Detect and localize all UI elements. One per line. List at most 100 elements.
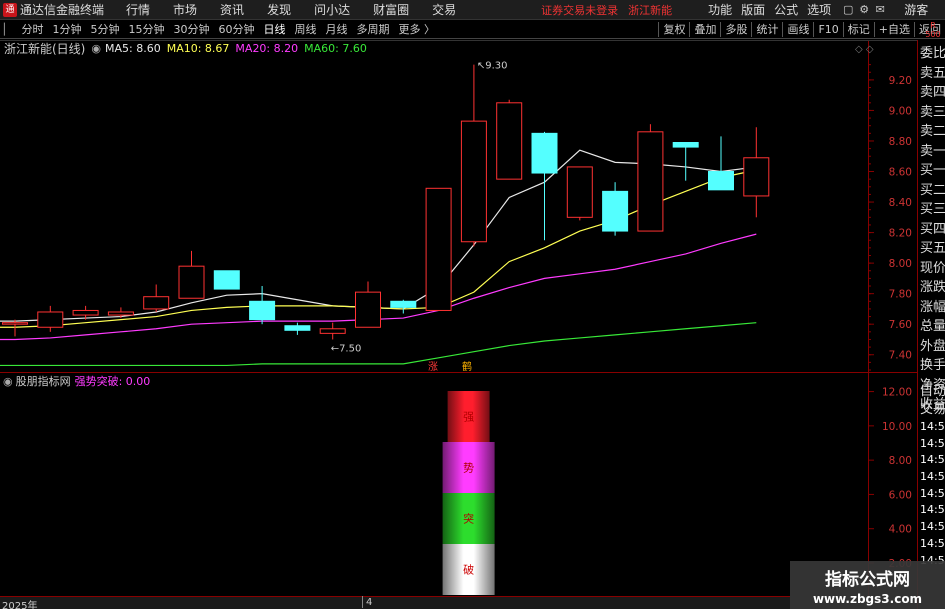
price-tick-label-0: 9.20 <box>889 75 912 87</box>
month-label: 4 <box>366 597 373 608</box>
candle-body <box>249 300 276 321</box>
indicator-axis-ticks: 12.0010.008.006.004.002.00 <box>868 387 912 570</box>
candle-body <box>460 120 487 243</box>
year-label: 2025年 <box>2 601 38 609</box>
trade-8: 14:56 <box>920 520 945 534</box>
quote-label-1: 卖五 <box>920 65 945 81</box>
candle-7 <box>249 286 276 325</box>
app-window: { "app":{"logo":"通","name":"通达信金融终端","me… <box>0 0 945 609</box>
candle-body <box>496 102 523 180</box>
indicator-tick-label-4: 4.00 <box>889 524 912 536</box>
indicator-bars: 强势突破 <box>442 391 495 595</box>
indicator-block-label-3: 破 <box>463 563 474 577</box>
quote-label-5: 卖一 <box>920 143 945 159</box>
indicator-tick-label-2: 8.00 <box>889 455 912 467</box>
quote-label-0: 委比 <box>920 46 945 61</box>
trade-4: 14:56 <box>920 453 945 467</box>
chart-nav-icons: ◇ ◇ <box>855 44 874 55</box>
quote-label-3: 卖三 <box>920 104 945 120</box>
price-tick-label-4: 8.40 <box>889 197 912 209</box>
price-tick-label-5: 8.20 <box>889 228 912 240</box>
candle-16 <box>566 166 593 221</box>
quote-label-7: 买二 <box>920 182 945 198</box>
candle-body <box>531 132 558 174</box>
price-tick-label-3: 8.60 <box>889 167 912 179</box>
candle-8 <box>284 322 311 335</box>
quote-label-9: 买四 <box>920 221 945 237</box>
candle-body <box>390 300 417 308</box>
quote-labels: 委比 卖五 卖四 卖三 卖二 卖一 买一 买二 买三 买四 买五 现价 涨跌 涨幅 总量 外盘 换手 净资 收益 <box>920 44 945 415</box>
indicator-block-label-0: 强 <box>463 411 474 424</box>
trade-times: 自动交易 14:56 14:56 14:56 14:56 14:56 14:56 14:56 1… <box>920 383 945 569</box>
candle-13 <box>460 64 487 247</box>
low-price-label: ←7.50 <box>331 343 362 354</box>
indicator-block-label-2: 突 <box>463 512 474 526</box>
trade-0: 自动 <box>920 384 945 399</box>
candle-19 <box>672 142 699 181</box>
r500-label: R 500 <box>925 21 941 39</box>
indicator-source[interactable]: 股朋指标网 <box>16 373 71 389</box>
candle-body <box>178 265 205 299</box>
candle-body <box>107 311 134 316</box>
indicator-tick-label-1: 10.00 <box>882 421 912 433</box>
indicator-block-label-1: 势 <box>463 462 474 475</box>
price-axis-ticks: 9.20 9.00 8.80 8.60 8.40 8.20 8.00 7.80 7.60 7.40 <box>889 75 912 362</box>
watermark-url: www.zbgs3.com <box>812 592 923 606</box>
candle-body <box>743 157 770 197</box>
candle-body <box>672 142 699 148</box>
candle-body <box>637 131 664 232</box>
indicator-tick-label-0: 12.00 <box>882 387 912 399</box>
quote-panel: R 500 委比 卖五 卖四 卖三 卖二 卖一 买一 买二 买三 买四 买五 现价 涨跌 涨幅 总量 外盘 换手… <box>917 21 945 609</box>
candle-14 <box>496 99 523 180</box>
trade-1: 交易 <box>920 402 945 417</box>
candle-20 <box>708 136 734 191</box>
candle-body <box>284 325 311 331</box>
quote-label-6: 买一 <box>920 163 945 178</box>
ma-line-MA60 <box>0 322 757 367</box>
candle-4 <box>143 284 170 312</box>
candle-body <box>425 187 452 311</box>
price-tick-label-2: 8.80 <box>889 136 912 148</box>
indicator-toggle-icon[interactable]: ◉ <box>3 375 13 388</box>
candle-18 <box>637 124 664 232</box>
chart-canvas: 9.20 9.00 8.80 8.60 8.40 8.20 8.00 7.80 7.60 7.40… <box>0 40 917 596</box>
quote-label-16: 换手 <box>920 358 945 373</box>
quote-label-8: 买三 <box>920 202 945 217</box>
quote-label-14: 总量 <box>920 319 945 334</box>
price-tick-label-8: 7.60 <box>889 319 912 331</box>
quote-label-4: 卖二 <box>920 124 945 139</box>
quote-label-11: 现价 <box>920 260 945 276</box>
quote-label-12: 涨跌 <box>920 280 945 295</box>
indicator-tick-label-3: 6.00 <box>889 489 912 501</box>
candle-body <box>213 270 240 290</box>
candle-body <box>37 311 64 328</box>
event-tag-1: 鹤 <box>462 360 472 373</box>
event-tag-0: 涨 <box>428 361 438 373</box>
indicator-title: 强势突破: 0.00 <box>74 375 151 388</box>
price-tick-label-6: 8.00 <box>889 258 912 270</box>
indicator-header: ◉ 股朋指标网 强势突破: 0.00 <box>0 373 150 389</box>
watermark-title: 指标公式网 <box>825 570 910 590</box>
trade-2: 14:56 <box>920 420 945 433</box>
candle-6 <box>213 270 240 290</box>
quote-label-2: 卖四 <box>920 85 945 100</box>
candle-body <box>566 166 593 218</box>
candle-body <box>143 296 170 310</box>
quote-label-15: 外盘 <box>920 338 945 354</box>
candle-body <box>708 171 734 191</box>
candle-5 <box>178 250 205 299</box>
candle-17 <box>602 182 629 236</box>
price-tick-label-7: 7.80 <box>889 289 912 301</box>
candle-body <box>72 309 99 316</box>
candle-body <box>355 291 381 328</box>
candle-0 <box>2 319 28 337</box>
candle-1 <box>37 305 64 332</box>
trade-6: 14:56 <box>920 486 945 500</box>
trade-7: 14:56 <box>920 503 945 517</box>
candle-21 <box>743 127 770 218</box>
candle-9 <box>319 322 346 340</box>
candle-body <box>319 328 346 334</box>
candle-12 <box>425 187 452 311</box>
candles <box>2 64 770 340</box>
candle-11 <box>390 299 417 314</box>
